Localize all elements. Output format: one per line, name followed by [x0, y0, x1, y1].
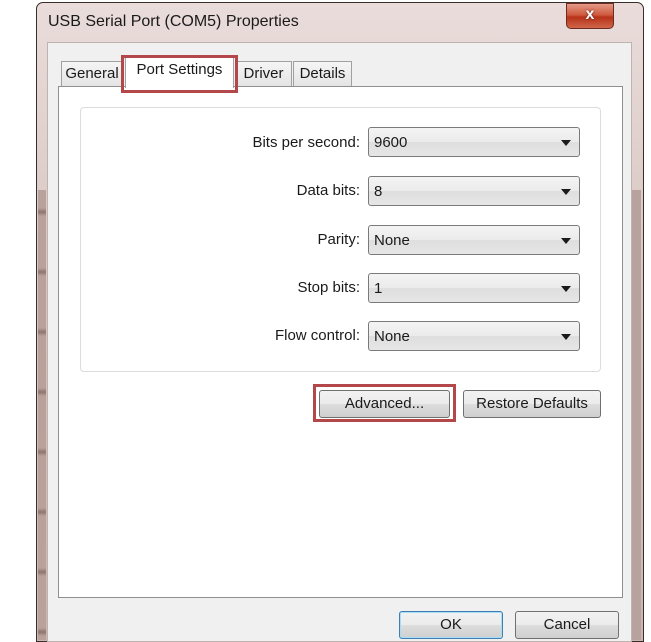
flow-control-select[interactable]: None: [368, 321, 580, 351]
tab-details[interactable]: Details: [293, 61, 352, 86]
chevron-down-icon: [561, 140, 571, 146]
flow-control-value: None: [374, 328, 410, 345]
parity-select[interactable]: None: [368, 225, 580, 255]
data-bits-select[interactable]: 8: [368, 176, 580, 206]
parity-value: None: [374, 232, 410, 249]
advanced-button[interactable]: Advanced...: [319, 390, 450, 418]
chevron-down-icon: [561, 189, 571, 195]
chevron-down-icon: [561, 238, 571, 244]
stop-bits-value: 1: [374, 280, 383, 297]
stop-bits-label: Stop bits:: [297, 279, 360, 296]
tab-general[interactable]: General: [61, 61, 123, 86]
restore-defaults-button[interactable]: Restore Defaults: [463, 390, 601, 418]
bits-per-second-select[interactable]: 9600: [368, 127, 580, 157]
close-button[interactable]: x: [566, 3, 614, 29]
chevron-down-icon: [561, 286, 571, 292]
bits-per-second-value: 9600: [374, 134, 408, 151]
tab-driver[interactable]: Driver: [235, 61, 292, 86]
close-icon: x: [585, 6, 595, 23]
parity-label: Parity:: [317, 231, 360, 248]
window-border-right: [632, 190, 641, 640]
stop-bits-select[interactable]: 1: [368, 273, 580, 303]
window-border-left: [38, 190, 46, 640]
tab-port-settings[interactable]: Port Settings: [125, 56, 234, 88]
data-bits-value: 8: [374, 183, 383, 200]
flow-control-label: Flow control:: [274, 327, 360, 344]
chevron-down-icon: [561, 334, 571, 340]
window-title: USB Serial Port (COM5) Properties: [48, 13, 299, 30]
bits-per-second-label: Bits per second:: [252, 134, 360, 151]
data-bits-label: Data bits:: [296, 182, 360, 199]
